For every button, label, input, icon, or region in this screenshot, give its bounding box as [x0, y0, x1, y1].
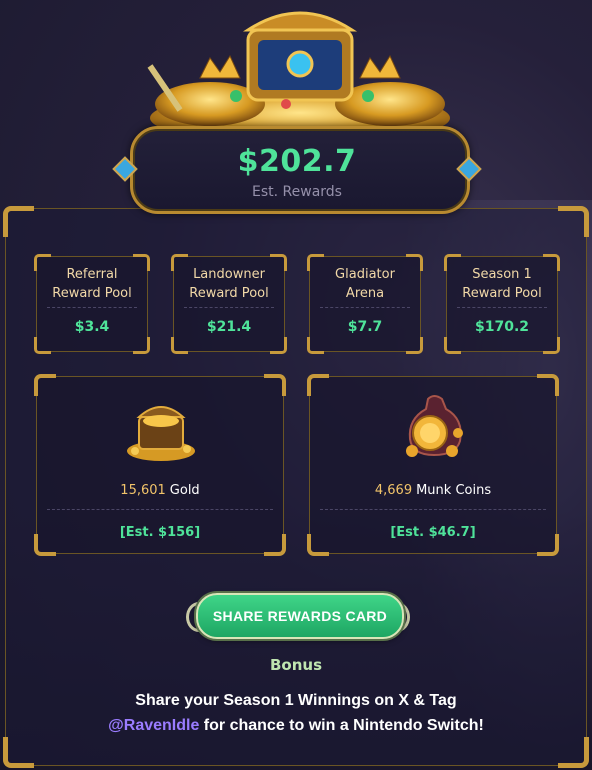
promo-line-2: for chance to win a Nintendo Switch! [199, 717, 484, 734]
gold-amount: 15,601 [120, 483, 166, 498]
card-corner [307, 374, 329, 396]
card-corner [444, 337, 461, 354]
pool-title-line: Reward Pool [462, 286, 542, 301]
total-rewards-value: $202.7 [237, 144, 357, 179]
card-corner [264, 374, 286, 396]
pool-title: Landowner Reward Pool [174, 265, 284, 303]
pool-title: Gladiator Arena [310, 265, 420, 303]
pool-card-season1: Season 1 Reward Pool $170.2 [444, 254, 560, 354]
coin-bag-icon [406, 395, 463, 457]
munk-amount: 4,669 [374, 483, 413, 498]
pool-title-line: Arena [345, 286, 385, 301]
promo-line-1: Share your Season 1 Winnings on X & Tag [135, 692, 457, 709]
total-rewards-plaque: $202.7 Est. Rewards [108, 118, 486, 218]
munk-estimate: [Est. $46.7] [390, 525, 476, 540]
bonus-label: Bonus [269, 656, 323, 674]
pool-title-line: Season 1 [472, 267, 532, 282]
pool-title: Season 1 Reward Pool [447, 265, 557, 303]
pool-title-line: Referral [66, 267, 118, 282]
frame-corner [3, 206, 34, 237]
pool-title-line: Landowner [193, 267, 265, 282]
munk-unit: Munk Coins [416, 483, 492, 498]
card-corner [537, 374, 559, 396]
share-rewards-button[interactable]: SHARE REWARDS CARD [196, 593, 404, 639]
divider [457, 307, 547, 308]
pool-card-landowner: Landowner Reward Pool $21.4 [171, 254, 287, 354]
promo-text: Share your Season 1 Winnings on X & Tag … [40, 688, 552, 738]
card-corner [543, 337, 560, 354]
gold-amount-line: 15,601 Gold [37, 483, 283, 498]
pool-title-line: Reward Pool [189, 286, 269, 301]
divider [47, 307, 137, 308]
frame-corner [558, 206, 589, 237]
gold-estimate: [Est. $156] [119, 525, 201, 540]
pool-card-gladiator: Gladiator Arena $7.7 [307, 254, 423, 354]
card-corner [133, 337, 150, 354]
gold-card: 15,601 Gold [Est. $156] [34, 374, 286, 556]
pool-value: $170.2 [474, 319, 530, 335]
share-button-wrapper: SHARE REWARDS CARD [186, 588, 410, 640]
raven-idle-handle-link[interactable]: @RavenIdle [108, 717, 199, 734]
munk-amount-line: 4,669 Munk Coins [310, 483, 556, 498]
pool-card-referral: Referral Reward Pool $3.4 [34, 254, 150, 354]
gold-unit: Gold [169, 483, 200, 498]
card-corner [34, 374, 56, 396]
frame-corner [3, 737, 34, 768]
divider [320, 307, 410, 308]
card-corner [307, 337, 324, 354]
frame-corner [558, 737, 589, 768]
divider [184, 307, 274, 308]
pool-title: Referral Reward Pool [37, 265, 147, 303]
pool-value: $21.4 [206, 319, 252, 335]
card-corner [406, 337, 423, 354]
pool-title-line: Gladiator [335, 267, 395, 282]
pool-value: $7.7 [347, 319, 383, 335]
munk-coins-card: 4,669 Munk Coins [Est. $46.7] [307, 374, 559, 556]
treasure-chest-icon [127, 406, 195, 461]
divider [47, 509, 273, 510]
card-corner [34, 337, 51, 354]
card-corner [171, 337, 188, 354]
total-rewards-label: Est. Rewards [252, 184, 342, 200]
pool-value: $3.4 [74, 319, 110, 335]
divider [320, 509, 546, 510]
card-corner [270, 337, 287, 354]
pool-title-line: Reward Pool [52, 286, 132, 301]
